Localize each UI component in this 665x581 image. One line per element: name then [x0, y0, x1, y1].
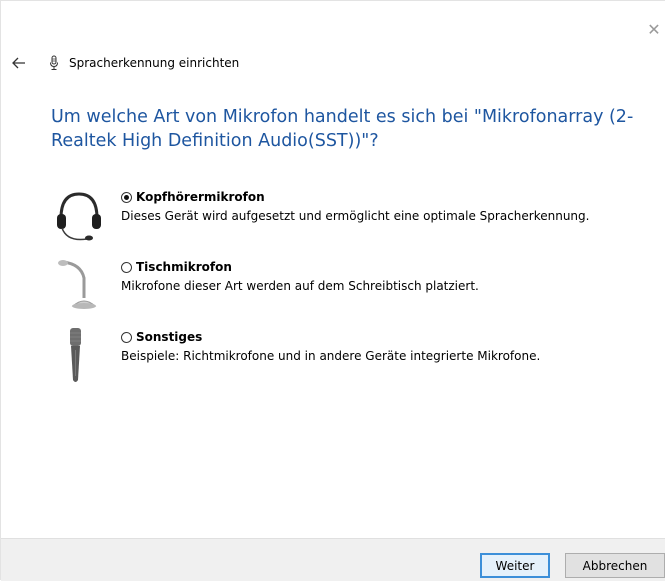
option-desk: Tischmikrofon Mikrofone dieser Art werde…: [1, 258, 665, 318]
footer: Weiter Abbrechen: [1, 538, 665, 581]
window-title: Spracherkennung einrichten: [69, 56, 240, 70]
option-desk-content: Tischmikrofon Mikrofone dieser Art werde…: [121, 258, 479, 293]
question-heading: Um welche Art von Mikrofon handelt es si…: [51, 107, 634, 151]
other-description: Beispiele: Richtmikrofone und in andere …: [121, 349, 541, 363]
desk-description: Mikrofone dieser Art werden auf dem Schr…: [121, 279, 479, 293]
option-other: Sonstiges Beispiele: Richtmikrofone und …: [1, 328, 665, 388]
desk-label[interactable]: Tischmikrofon: [136, 260, 232, 274]
headset-microphone-icon: [53, 188, 105, 248]
handheld-microphone-icon: [53, 328, 105, 388]
desk-radio[interactable]: [121, 261, 132, 273]
headset-radio[interactable]: [121, 191, 132, 203]
next-button[interactable]: Weiter: [480, 553, 550, 578]
option-headset: Kopfhörermikrofon Dieses Gerät wird aufg…: [1, 188, 665, 248]
desk-microphone-icon: [53, 258, 105, 318]
close-icon: ✕: [647, 20, 661, 39]
headset-label[interactable]: Kopfhörermikrofon: [136, 190, 265, 204]
setup-dialog: ✕ Spracherkennung einrichten Um welche A…: [0, 0, 665, 581]
other-label[interactable]: Sonstiges: [136, 330, 202, 344]
microphone-icon: [49, 55, 59, 71]
cancel-button[interactable]: Abbrechen: [565, 553, 665, 578]
headset-description: Dieses Gerät wird aufgesetzt und ermögli…: [121, 209, 590, 223]
back-arrow-icon: [12, 57, 25, 69]
option-headset-content: Kopfhörermikrofon Dieses Gerät wird aufg…: [121, 188, 589, 223]
back-button[interactable]: [11, 55, 27, 71]
close-button[interactable]: ✕: [643, 19, 665, 41]
title-bar: Spracherkennung einrichten: [11, 53, 239, 73]
other-radio[interactable]: [121, 331, 132, 343]
option-other-content: Sonstiges Beispiele: Richtmikrofone und …: [121, 328, 540, 363]
